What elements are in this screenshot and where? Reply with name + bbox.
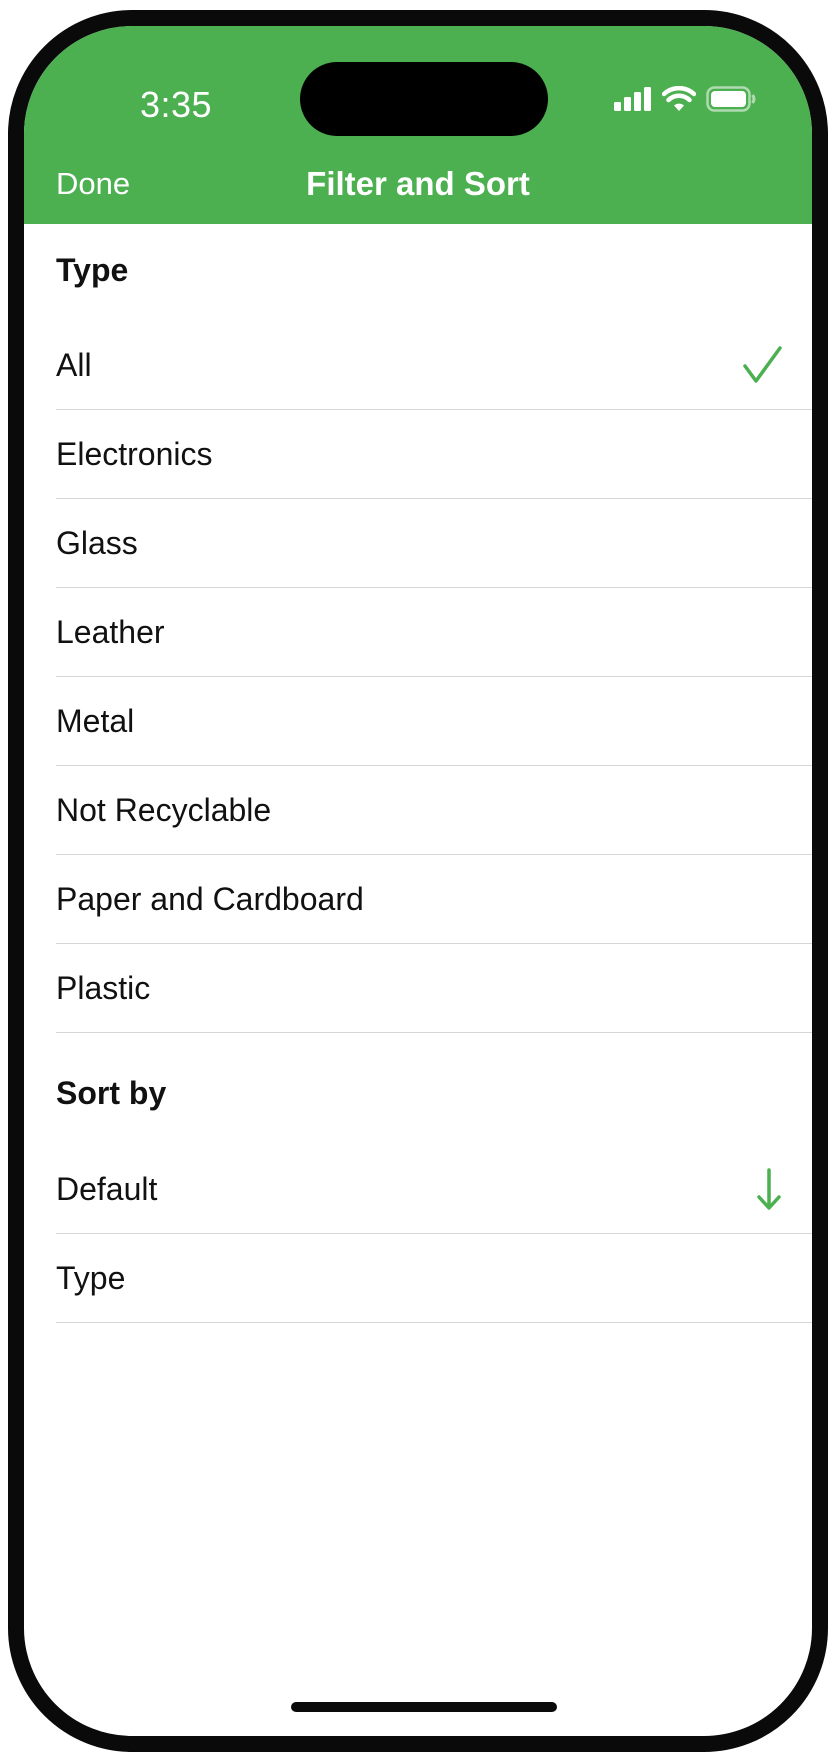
type-option-metal[interactable]: Metal <box>56 677 812 766</box>
arrow-down-icon <box>756 1168 782 1210</box>
option-label: Glass <box>56 524 138 561</box>
battery-icon <box>706 85 756 117</box>
option-label: Default <box>56 1170 158 1207</box>
type-option-all[interactable]: All <box>56 321 812 410</box>
filter-sort-list: Type All Electronics Glass Leather Metal… <box>24 224 812 1323</box>
type-option-not-recyclable[interactable]: Not Recyclable <box>56 766 812 855</box>
option-label: Metal <box>56 702 135 739</box>
sort-option-type[interactable]: Type <box>56 1234 812 1323</box>
option-label: Not Recyclable <box>56 791 272 828</box>
status-icons <box>614 85 756 117</box>
dynamic-island <box>300 62 548 136</box>
option-label: Plastic <box>56 969 151 1006</box>
type-section-header: Type <box>56 252 129 288</box>
option-label: Leather <box>56 613 165 650</box>
home-indicator[interactable] <box>291 1702 557 1712</box>
page-title: Filter and Sort <box>306 165 530 202</box>
type-option-paper-and-cardboard[interactable]: Paper and Cardboard <box>56 855 812 944</box>
wifi-icon <box>661 85 697 117</box>
option-label: Paper and Cardboard <box>56 880 364 917</box>
phone-frame: 3:35 Done Filter and Sort Type All Elect… <box>8 10 828 1752</box>
option-label: Electronics <box>56 435 213 472</box>
navigation-header: 3:35 Done Filter and Sort <box>24 26 812 224</box>
option-label: All <box>56 346 92 383</box>
type-option-plastic[interactable]: Plastic <box>56 944 812 1033</box>
type-option-electronics[interactable]: Electronics <box>56 410 812 499</box>
status-time: 3:35 <box>139 84 213 125</box>
option-label: Type <box>56 1259 126 1296</box>
cellular-signal-icon <box>614 86 652 116</box>
checkmark-icon <box>742 345 782 385</box>
sort-section-header: Sort by <box>56 1075 167 1111</box>
type-option-leather[interactable]: Leather <box>56 588 812 677</box>
sort-option-default[interactable]: Default <box>56 1145 812 1234</box>
type-option-glass[interactable]: Glass <box>56 499 812 588</box>
